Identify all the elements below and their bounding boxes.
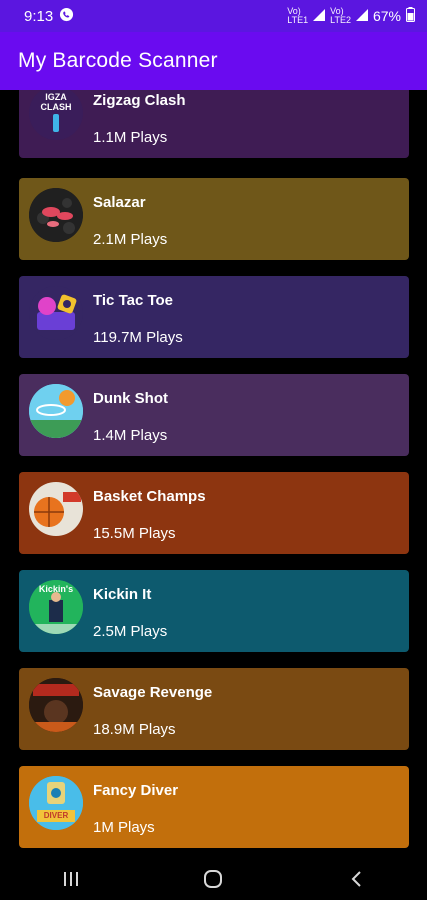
battery-icon — [406, 7, 415, 25]
game-title: Tic Tac Toe — [93, 292, 174, 309]
signal-sim1-label: Vo) LTE1 — [287, 6, 309, 25]
game-plays: 2.5M Plays — [93, 623, 168, 640]
recents-icon[interactable] — [41, 859, 101, 899]
game-thumbnail — [29, 188, 83, 242]
status-bar: 9:13 Vo) LTE1 Vo) LTE2 67% — [0, 0, 427, 32]
game-card-savage-revenge[interactable]: Savage Revenge 18.9M Plays — [19, 668, 409, 750]
game-card-basket-champs[interactable]: Basket Champs 15.5M Plays — [19, 472, 409, 554]
game-card-kickin-it[interactable]: Kickin's Kickin It 2.5M Plays — [19, 570, 409, 652]
game-card-tic-tac-toe[interactable]: Tic Tac Toe 119.7M Plays — [19, 276, 409, 358]
game-title: Savage Revenge — [93, 684, 213, 701]
thumb-text: DIVER — [43, 811, 69, 820]
game-plays: 1.1M Plays — [93, 129, 168, 146]
signal-bars-icon — [313, 8, 326, 24]
signal-bars-icon — [355, 8, 368, 24]
app-title: My Barcode Scanner — [18, 49, 218, 72]
game-thumbnail: Kickin's — [29, 580, 83, 634]
battery-level: 67% — [372, 8, 401, 24]
game-thumbnail — [29, 482, 83, 536]
game-thumbnail — [29, 286, 83, 340]
game-thumbnail: IGZA CLASH — [29, 90, 83, 140]
game-card-fancy-diver[interactable]: DIVER Fancy Diver 1M Plays — [19, 766, 409, 848]
game-plays: 18.9M Plays — [93, 721, 176, 738]
game-plays: 1.4M Plays — [93, 427, 168, 444]
game-title: Dunk Shot — [93, 390, 168, 407]
whatsapp-icon — [59, 7, 74, 26]
status-time: 9:13 — [24, 7, 54, 25]
thumb-text: IGZA CLASH — [40, 92, 72, 112]
signal-sim2-label: Vo) LTE2 — [330, 6, 351, 25]
game-plays: 15.5M Plays — [93, 525, 176, 542]
game-title: Fancy Diver — [93, 782, 179, 799]
game-title: Basket Champs — [93, 488, 206, 505]
app-bar: My Barcode Scanner — [0, 32, 427, 90]
game-list[interactable]: IGZA CLASH Zigzag Clash 1.1M Plays Salaz… — [0, 90, 427, 858]
thumb-text: Kickin's — [38, 584, 74, 594]
game-plays: 2.1M Plays — [93, 231, 168, 248]
game-title: Salazar — [93, 194, 146, 211]
game-card-dunk-shot[interactable]: Dunk Shot 1.4M Plays — [19, 374, 409, 456]
game-card-zigzag-clash[interactable]: IGZA CLASH Zigzag Clash 1.1M Plays — [19, 90, 409, 158]
game-thumbnail: DIVER — [29, 776, 83, 830]
game-thumbnail — [29, 678, 83, 732]
game-thumbnail — [29, 384, 83, 438]
back-icon[interactable] — [326, 859, 386, 899]
game-plays: 119.7M Plays — [93, 329, 183, 346]
home-icon[interactable] — [183, 859, 243, 899]
game-plays: 1M Plays — [93, 819, 155, 836]
game-card-salazar[interactable]: Salazar 2.1M Plays — [19, 178, 409, 260]
game-title: Zigzag Clash — [93, 92, 186, 109]
system-nav-bar — [0, 858, 427, 900]
game-title: Kickin It — [93, 586, 152, 603]
